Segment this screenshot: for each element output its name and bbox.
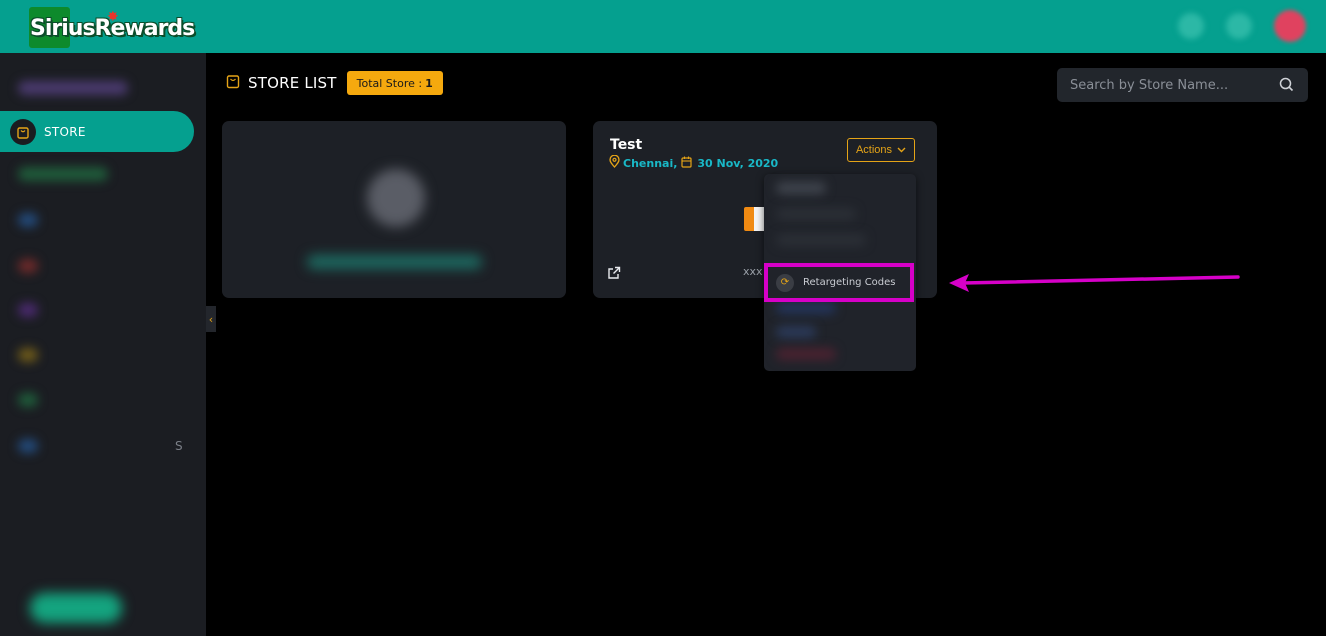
bag-icon bbox=[226, 73, 240, 93]
actions-dropdown-button[interactable]: Actions bbox=[847, 138, 915, 162]
external-link-icon[interactable] bbox=[607, 265, 621, 284]
add-store-button[interactable] bbox=[307, 255, 482, 269]
sidebar-item-blurred[interactable] bbox=[18, 303, 38, 317]
menu-item-label: Retargeting Codes bbox=[803, 277, 896, 288]
search-input[interactable] bbox=[1070, 77, 1275, 93]
sidebar-item-blurred[interactable] bbox=[18, 259, 38, 273]
sidebar-bottom-button[interactable] bbox=[30, 593, 122, 623]
menu-item-blurred[interactable] bbox=[776, 302, 836, 314]
menu-item-blurred[interactable] bbox=[776, 326, 816, 338]
store-logo-white bbox=[754, 207, 764, 231]
search-bar bbox=[1057, 68, 1308, 102]
sidebar-item-store[interactable]: STORE bbox=[0, 111, 194, 152]
total-store-label: Total Store : bbox=[356, 76, 423, 90]
add-store-card bbox=[222, 121, 566, 298]
store-meta: Chennai, 30 Nov, 2020 bbox=[609, 154, 782, 171]
page-header: STORE LIST Total Store : 1 bbox=[226, 71, 443, 95]
store-logo bbox=[744, 207, 766, 231]
store-name: Test bbox=[610, 137, 643, 153]
sidebar-item-blurred[interactable] bbox=[18, 81, 128, 95]
top-bar-icons bbox=[1178, 10, 1306, 42]
actions-label: Actions bbox=[855, 144, 893, 156]
sidebar: STORE S bbox=[0, 53, 206, 636]
location-pin-icon bbox=[609, 154, 620, 171]
search-icon[interactable] bbox=[1279, 77, 1294, 96]
notification-icon[interactable] bbox=[1178, 13, 1204, 39]
calendar-icon bbox=[681, 156, 693, 171]
app-logo[interactable]: SiriusRewards ✸ bbox=[26, 7, 195, 49]
store-logo-orange bbox=[744, 207, 754, 231]
add-store-image bbox=[367, 169, 425, 227]
chevron-down-icon bbox=[897, 144, 906, 156]
menu-item-retargeting-codes[interactable]: ⟳ Retargeting Codes bbox=[764, 263, 914, 302]
menu-item-blurred[interactable] bbox=[776, 348, 836, 360]
settings-icon[interactable] bbox=[1226, 13, 1252, 39]
sidebar-item-label: STORE bbox=[44, 124, 86, 139]
store-date: 30 Nov, 2020 bbox=[697, 156, 779, 170]
page-title: STORE LIST bbox=[248, 74, 337, 92]
refresh-icon: ⟳ bbox=[776, 273, 794, 292]
menu-item-blurred[interactable] bbox=[776, 208, 856, 220]
sidebar-item-blurred[interactable] bbox=[18, 167, 108, 181]
menu-item-blurred[interactable] bbox=[776, 234, 866, 246]
store-location: Chennai, bbox=[623, 156, 678, 170]
total-store-count: 1 bbox=[425, 76, 433, 90]
bag-icon bbox=[10, 118, 36, 145]
sidebar-partial-label: S bbox=[175, 439, 183, 453]
menu-item-blurred[interactable] bbox=[776, 182, 826, 194]
sidebar-item-blurred[interactable] bbox=[18, 213, 38, 227]
logo-star-icon: ✸ bbox=[107, 9, 119, 25]
store-code: xxx bbox=[743, 265, 763, 278]
sidebar-item-blurred[interactable] bbox=[18, 393, 38, 407]
avatar[interactable] bbox=[1274, 10, 1306, 42]
total-store-badge: Total Store : 1 bbox=[346, 71, 443, 95]
sidebar-item-blurred[interactable] bbox=[18, 439, 38, 453]
annotation-arrow bbox=[949, 274, 1240, 292]
sidebar-item-blurred[interactable] bbox=[18, 348, 38, 362]
chevron-left-icon[interactable]: ‹ bbox=[206, 306, 216, 332]
top-bar: SiriusRewards ✸ bbox=[0, 0, 1326, 53]
